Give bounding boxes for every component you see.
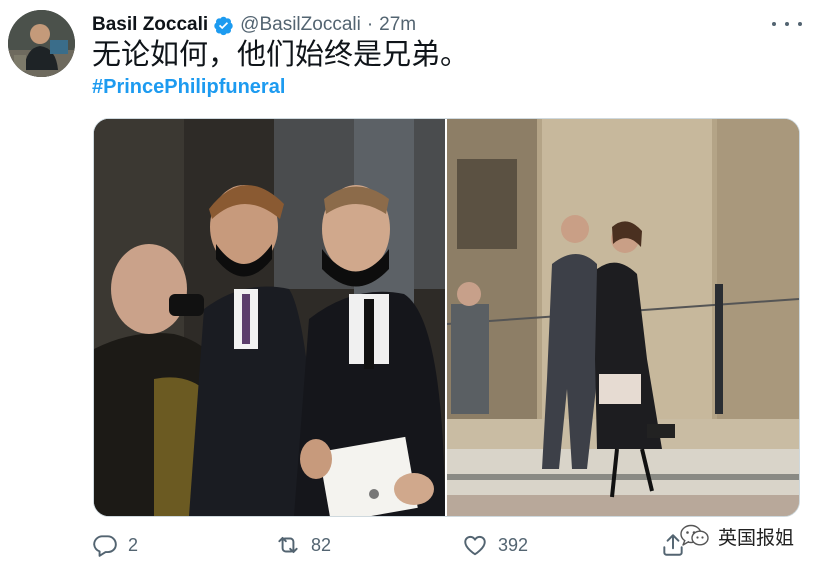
hashtag-link[interactable]: #PrincePhilipfuneral bbox=[92, 76, 285, 99]
wechat-icon bbox=[680, 524, 709, 546]
author-handle[interactable]: @BasilZoccali bbox=[240, 14, 361, 36]
tweet-text: 无论如何，他们始终是兄弟。 bbox=[92, 37, 470, 71]
tweet-header: Basil Zoccali @BasilZoccali · 27m bbox=[92, 13, 416, 37]
retweet-icon bbox=[278, 536, 298, 554]
author-name[interactable]: Basil Zoccali bbox=[92, 14, 208, 36]
reply-button[interactable]: 2 bbox=[92, 530, 138, 560]
photo-walking-outside[interactable] bbox=[447, 119, 799, 516]
reply-count: 2 bbox=[128, 534, 139, 555]
watermark: 英国报姐 bbox=[680, 522, 794, 550]
photo-princes-talking[interactable] bbox=[94, 119, 445, 516]
like-icon bbox=[464, 535, 486, 556]
retweet-count: 82 bbox=[311, 534, 332, 555]
separator-dot: · bbox=[366, 14, 374, 35]
reply-icon bbox=[93, 535, 117, 557]
retweet-button[interactable]: 82 bbox=[275, 530, 331, 560]
tweet-timestamp[interactable]: 27m bbox=[379, 14, 416, 36]
like-count: 392 bbox=[498, 534, 529, 555]
verified-badge-icon bbox=[213, 15, 234, 36]
author-avatar[interactable] bbox=[8, 10, 75, 77]
like-button[interactable]: 392 bbox=[462, 530, 528, 560]
more-options-icon[interactable] bbox=[772, 14, 802, 34]
tweet-media[interactable] bbox=[93, 118, 800, 517]
watermark-text: 英国报姐 bbox=[718, 526, 795, 549]
